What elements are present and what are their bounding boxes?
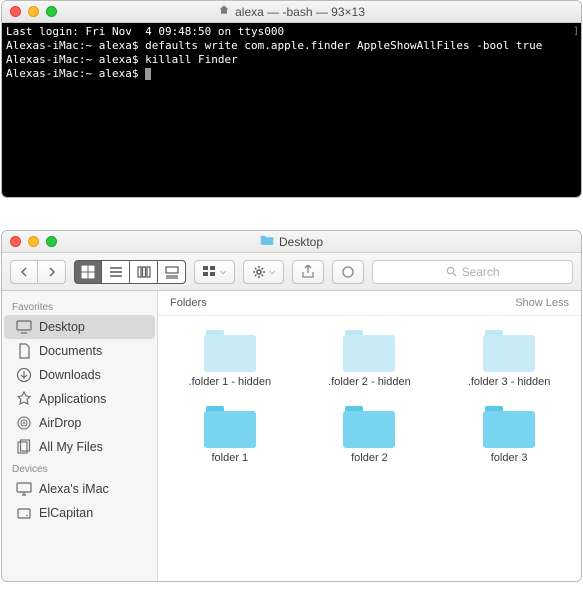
list-icon	[109, 265, 123, 279]
sidebar-item-label: ElCapitan	[39, 506, 93, 520]
forward-button[interactable]	[38, 260, 66, 284]
arrange-dropdown[interactable]: ⌵	[194, 260, 235, 284]
terminal-titlebar[interactable]: alexa — -bash — 93×13	[2, 1, 581, 23]
folder-label: folder 1	[211, 452, 248, 464]
sidebar: Favorites Desktop Documents Downloads Ap…	[2, 291, 158, 581]
content-area: Folders Show Less .folder 1 - hidden .fo…	[158, 291, 581, 581]
finder-title: Desktop	[2, 234, 581, 249]
tag-icon	[342, 266, 354, 278]
folder-icon	[340, 328, 398, 374]
arrange-icon	[203, 266, 217, 278]
columns-icon	[137, 265, 151, 279]
search-field[interactable]: Search	[372, 260, 573, 284]
imac-icon	[16, 481, 32, 497]
folder-icon	[201, 328, 259, 374]
sidebar-item-label: Downloads	[39, 368, 101, 382]
sidebar-item-documents[interactable]: Documents	[2, 339, 157, 363]
view-gallery-button[interactable]	[158, 260, 186, 284]
folder-label: folder 3	[491, 452, 528, 464]
terminal-line: Alexas-iMac:~ alexa$ killall Finder	[6, 53, 238, 66]
section-title: Folders	[170, 297, 207, 309]
sidebar-item-applications[interactable]: Applications	[2, 387, 157, 411]
back-button[interactable]	[10, 260, 38, 284]
allfiles-icon	[16, 439, 32, 455]
gear-icon	[252, 265, 266, 279]
view-icons-button[interactable]	[74, 260, 102, 284]
sidebar-item-allfiles[interactable]: All My Files	[2, 435, 157, 459]
folder-icon	[480, 404, 538, 450]
folder-icon	[340, 404, 398, 450]
terminal-line: Alexas-iMac:~ alexa$ defaults write com.…	[6, 39, 542, 52]
finder-title-text: Desktop	[279, 235, 323, 249]
terminal-window: alexa — -bash — 93×13 ] Last login: Fri N…	[1, 0, 582, 198]
folder-item[interactable]: folder 1	[160, 398, 300, 474]
chevron-down-icon: ⌵	[220, 267, 226, 277]
folder-icon	[480, 328, 538, 374]
finder-window: Desktop ⌵	[1, 230, 582, 582]
grid-icon	[81, 265, 95, 279]
sidebar-item-label: Alexa's iMac	[39, 482, 109, 496]
share-button[interactable]	[292, 260, 324, 284]
disk-icon	[16, 505, 32, 521]
finder-toolbar: ⌵ ⌵ Search	[2, 253, 581, 291]
chevron-left-icon	[19, 267, 29, 277]
view-list-button[interactable]	[102, 260, 130, 284]
folder-label: .folder 1 - hidden	[189, 376, 272, 388]
chevron-right-icon	[47, 267, 57, 277]
sidebar-item-label: AirDrop	[39, 416, 81, 430]
coverflow-icon	[165, 265, 179, 279]
folder-label: .folder 2 - hidden	[328, 376, 411, 388]
downloads-icon	[16, 367, 32, 383]
search-placeholder: Search	[462, 265, 500, 279]
terminal-line: Last login: Fri Nov 4 09:48:50 on ttys00…	[6, 25, 284, 38]
folder-icon	[260, 234, 274, 249]
show-less-button[interactable]: Show Less	[515, 297, 569, 309]
sidebar-item-downloads[interactable]: Downloads	[2, 363, 157, 387]
documents-icon	[16, 343, 32, 359]
cursor	[145, 68, 151, 80]
share-icon	[302, 265, 314, 279]
folder-item[interactable]: .folder 1 - hidden	[160, 322, 300, 398]
terminal-title: alexa — -bash — 93×13	[2, 4, 581, 19]
terminal-title-text: alexa — -bash — 93×13	[235, 5, 365, 19]
desktop-icon	[16, 319, 32, 335]
sidebar-item-label: Documents	[39, 344, 102, 358]
sidebar-item-label: All My Files	[39, 440, 103, 454]
folder-label: .folder 3 - hidden	[468, 376, 551, 388]
folder-grid: .folder 1 - hidden .folder 2 - hidden .f…	[158, 316, 581, 480]
sidebar-heading-devices: Devices	[2, 459, 157, 477]
folder-item[interactable]: folder 3	[439, 398, 579, 474]
folder-item[interactable]: .folder 3 - hidden	[439, 322, 579, 398]
applications-icon	[16, 391, 32, 407]
sidebar-item-disk[interactable]: ElCapitan	[2, 501, 157, 525]
sidebar-item-imac[interactable]: Alexa's iMac	[2, 477, 157, 501]
terminal-line: Alexas-iMac:~ alexa$	[6, 67, 145, 80]
sidebar-item-desktop[interactable]: Desktop	[4, 315, 155, 339]
tags-button[interactable]	[332, 260, 364, 284]
action-dropdown[interactable]: ⌵	[243, 260, 284, 284]
sidebar-heading-favorites: Favorites	[2, 297, 157, 315]
home-icon	[218, 4, 230, 19]
terminal-body[interactable]: ] Last login: Fri Nov 4 09:48:50 on ttys0…	[2, 23, 581, 197]
search-icon	[446, 266, 457, 277]
folder-icon	[201, 404, 259, 450]
scroll-indicator: ]	[573, 25, 579, 39]
view-mode-segment	[74, 260, 186, 284]
sidebar-item-label: Applications	[39, 392, 106, 406]
content-header: Folders Show Less	[158, 291, 581, 316]
folder-item[interactable]: folder 2	[300, 398, 440, 474]
sidebar-item-label: Desktop	[39, 320, 85, 334]
sidebar-item-airdrop[interactable]: AirDrop	[2, 411, 157, 435]
finder-body: Favorites Desktop Documents Downloads Ap…	[2, 291, 581, 581]
view-columns-button[interactable]	[130, 260, 158, 284]
airdrop-icon	[16, 415, 32, 431]
folder-item[interactable]: .folder 2 - hidden	[300, 322, 440, 398]
folder-label: folder 2	[351, 452, 388, 464]
nav-buttons	[10, 260, 66, 284]
chevron-down-icon: ⌵	[269, 267, 275, 277]
finder-titlebar[interactable]: Desktop	[2, 231, 581, 253]
